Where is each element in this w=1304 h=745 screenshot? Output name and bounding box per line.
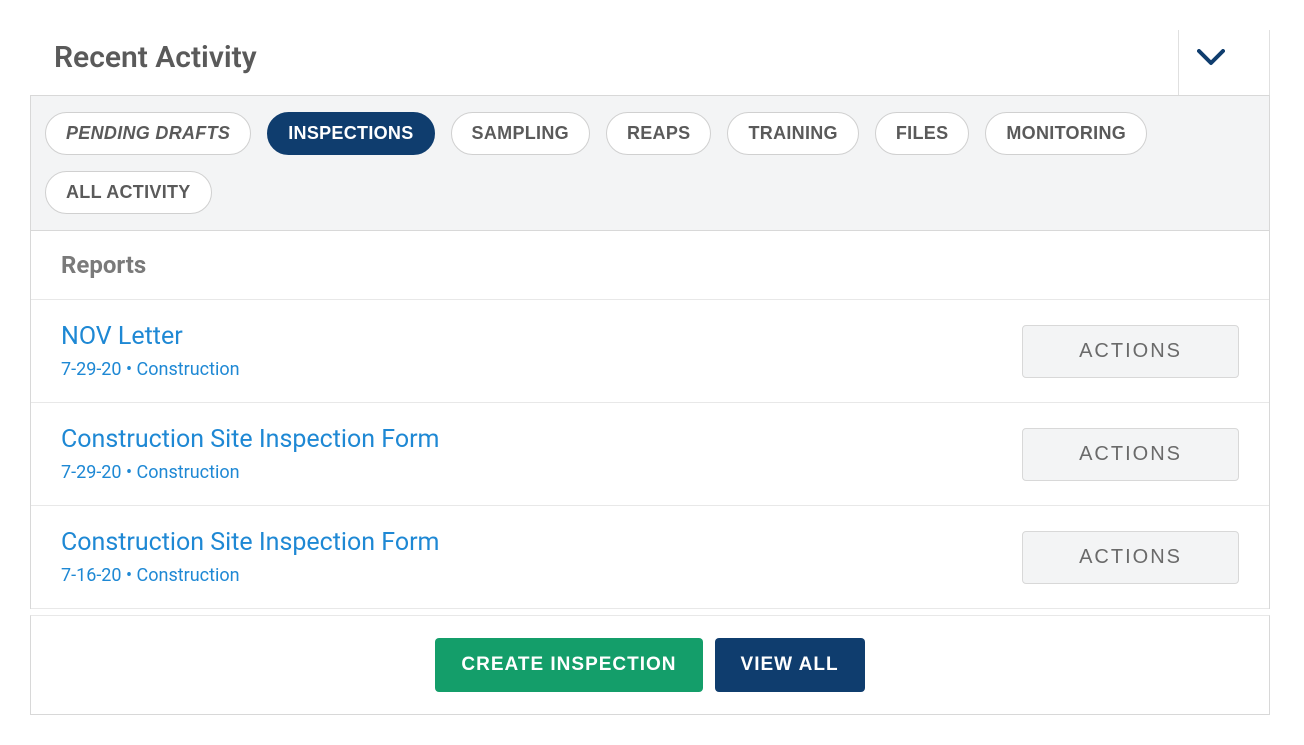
tab-files[interactable]: FILES — [875, 112, 970, 155]
actions-button[interactable]: ACTIONS — [1022, 325, 1239, 378]
tab-inspections[interactable]: INSPECTIONS — [267, 112, 434, 155]
report-row: Construction Site Inspection Form 7-29-2… — [31, 403, 1269, 506]
actions-button[interactable]: ACTIONS — [1022, 531, 1239, 584]
panel-footer: CREATE INSPECTION VIEW ALL — [30, 615, 1270, 715]
report-title-link[interactable]: Construction Site Inspection Form — [61, 425, 439, 454]
report-meta: 7-16-20 • Construction — [61, 565, 439, 586]
report-meta: 7-29-20 • Construction — [61, 359, 240, 380]
actions-button[interactable]: ACTIONS — [1022, 428, 1239, 481]
report-info: Construction Site Inspection Form 7-16-2… — [61, 528, 439, 586]
tab-reaps[interactable]: REAPS — [606, 112, 712, 155]
tab-sampling[interactable]: SAMPLING — [451, 112, 590, 155]
report-info: NOV Letter 7-29-20 • Construction — [61, 322, 240, 380]
report-title-link[interactable]: NOV Letter — [61, 322, 240, 351]
report-title-link[interactable]: Construction Site Inspection Form — [61, 528, 439, 557]
tab-all-activity[interactable]: ALL ACTIVITY — [45, 171, 212, 214]
report-info: Construction Site Inspection Form 7-29-2… — [61, 425, 439, 483]
content-area: Reports NOV Letter 7-29-20 • Constructio… — [30, 231, 1270, 609]
view-all-button[interactable]: VIEW ALL — [715, 638, 865, 692]
section-heading: Reports — [31, 231, 1269, 300]
report-meta: 7-29-20 • Construction — [61, 462, 439, 483]
create-inspection-button[interactable]: CREATE INSPECTION — [435, 638, 702, 692]
tab-training[interactable]: TRAINING — [727, 112, 858, 155]
panel-header: Recent Activity — [30, 30, 1270, 95]
page-title: Recent Activity — [54, 40, 257, 75]
tab-pending-drafts[interactable]: PENDING DRAFTS — [45, 112, 251, 155]
report-row: Construction Site Inspection Form 7-16-2… — [31, 506, 1269, 609]
tab-monitoring[interactable]: MONITORING — [985, 112, 1147, 155]
recent-activity-panel: Recent Activity PENDING DRAFTS INSPECTIO… — [30, 30, 1270, 715]
report-row: NOV Letter 7-29-20 • Construction ACTION… — [31, 300, 1269, 403]
chevron-down-icon — [1197, 49, 1225, 67]
tabs-bar: PENDING DRAFTS INSPECTIONS SAMPLING REAP… — [30, 95, 1270, 231]
collapse-toggle[interactable] — [1197, 44, 1225, 72]
